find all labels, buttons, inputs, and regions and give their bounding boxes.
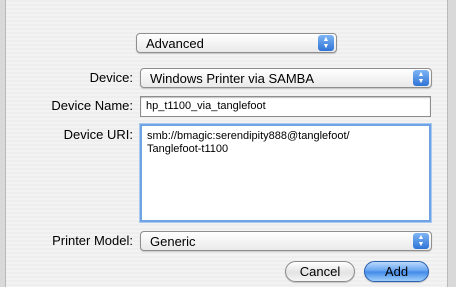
mode-popup-value: Advanced	[146, 36, 204, 51]
add-button[interactable]: Add	[364, 261, 429, 282]
device-uri-value: smb://bmagic:serendipity888@tanglefoot/ …	[147, 130, 350, 155]
device-name-value: hp_t1100_via_tanglefoot	[146, 100, 266, 112]
up-down-arrows-icon: ▲ ▼	[413, 233, 429, 249]
device-popup[interactable]: Windows Printer via SAMBA ▲ ▼	[140, 68, 432, 88]
device-name-field[interactable]: hp_t1100_via_tanglefoot	[140, 96, 431, 117]
device-name-label: Device Name:	[51, 98, 133, 113]
printer-setup-sheet: Advanced ▲ ▼ Device: Windows Printer via …	[5, 0, 448, 287]
printer-model-label: Printer Model:	[52, 233, 133, 248]
device-label: Device:	[89, 70, 133, 85]
mode-popup[interactable]: Advanced ▲ ▼	[136, 33, 337, 53]
device-uri-label: Device URI:	[63, 127, 133, 142]
device-uri-field[interactable]: smb://bmagic:serendipity888@tanglefoot/ …	[139, 123, 432, 223]
device-popup-value: Windows Printer via SAMBA	[150, 71, 314, 86]
printer-model-popup-value: Generic	[150, 234, 196, 249]
cancel-button[interactable]: Cancel	[285, 261, 355, 282]
printer-model-popup[interactable]: Generic ▲ ▼	[140, 231, 432, 251]
up-down-arrows-icon: ▲ ▼	[318, 35, 334, 51]
up-down-arrows-icon: ▲ ▼	[413, 70, 429, 86]
